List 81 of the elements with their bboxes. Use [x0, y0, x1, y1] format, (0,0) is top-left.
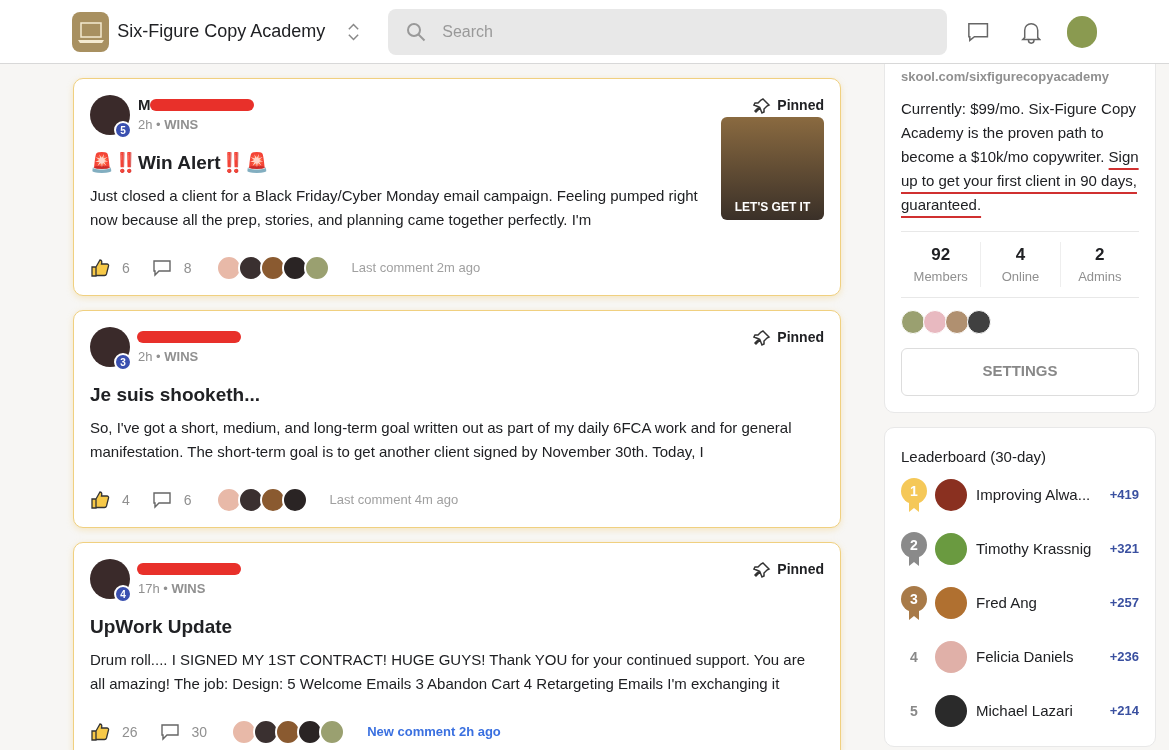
- member-points: +214: [1109, 702, 1139, 721]
- member-points: +236: [1109, 648, 1139, 667]
- search-icon: [406, 21, 427, 42]
- rank-number: 4: [909, 647, 919, 667]
- like-thumbs-up-icon[interactable]: [90, 722, 110, 742]
- post-card[interactable]: [73, 310, 841, 528]
- like-count: 26: [122, 722, 138, 742]
- last-comment-time: Last comment 4m ago: [329, 491, 459, 510]
- rank-number: 5: [909, 701, 919, 721]
- level-badge: 5: [114, 121, 132, 139]
- stat-value: 2: [1095, 243, 1105, 266]
- member-name[interactable]: Timothy Krassnig: [976, 537, 1092, 561]
- avatar-placeholder[interactable]: [90, 327, 130, 367]
- switch-chevrons-icon[interactable]: [347, 21, 361, 42]
- last-comment-time: Last comment 2m ago: [351, 259, 481, 278]
- post-title[interactable]: 🚨‼Win Alert‼🚨: [90, 149, 705, 178]
- last-comment-time: New comment 2h ago: [367, 723, 501, 742]
- stat-value: 4: [1015, 243, 1026, 266]
- like-thumbs-up-icon[interactable]: [90, 258, 110, 278]
- post-meta: 17h • WINS: [138, 580, 207, 598]
- stat-label: Admins: [1078, 268, 1122, 286]
- pin-icon: [753, 328, 772, 347]
- commenter-avatar[interactable]: [259, 487, 286, 513]
- commenter-avatar[interactable]: [259, 255, 286, 281]
- member-name[interactable]: Felicia Daniels: [976, 645, 1074, 669]
- rank-medal: 1: [901, 478, 927, 512]
- avatar-placeholder[interactable]: [90, 559, 130, 599]
- post-card[interactable]: [73, 78, 841, 296]
- like-count: 6: [122, 258, 130, 278]
- leaderboard-title: Leaderboard (30-day): [901, 446, 1048, 467]
- community-name[interactable]: Six-Figure Copy Academy: [117, 18, 326, 45]
- pinned-label: Pinned: [777, 328, 824, 347]
- video-thumbnail[interactable]: LET'S GET IT: [721, 117, 824, 220]
- post-card[interactable]: [73, 542, 841, 750]
- post-excerpt: Just closed a client for a Black Friday/Cyber Monday email campaign. Feeling pumped right now because all the prep, stories, and planning came together perfectly. I'm: [90, 185, 699, 230]
- member-name[interactable]: Improving Alwa...: [976, 483, 1091, 507]
- pinned-label: Pinned: [777, 560, 824, 579]
- member-points: +419: [1109, 486, 1139, 505]
- post-title[interactable]: UpWork Update: [90, 613, 824, 642]
- level-badge: 4: [114, 585, 132, 603]
- laptop-logo-icon[interactable]: [72, 11, 110, 52]
- stat-value: 92: [931, 243, 951, 266]
- member-points: +321: [1109, 540, 1139, 559]
- comment-icon[interactable]: [151, 259, 172, 277]
- pin-icon: [753, 560, 772, 579]
- like-count: 4: [122, 490, 130, 510]
- rank-medal: 3: [901, 586, 927, 620]
- chat-icon[interactable]: [966, 20, 989, 43]
- post-excerpt: So, I've got a short, medium, and long-term goal written out as part of my daily 6FCA work and for general manifestation. The short-term goal is to get another client signed by November 30th. Today, I: [90, 417, 793, 462]
- pinned-label: Pinned: [777, 96, 824, 115]
- member-avatar[interactable]: [935, 479, 967, 511]
- admin-avatar[interactable]: [967, 309, 991, 334]
- author-name[interactable]: M: [138, 93, 151, 117]
- like-thumbs-up-icon[interactable]: [90, 490, 110, 510]
- post-meta: 2h • WINS: [138, 116, 200, 134]
- stat-label: Members: [913, 268, 968, 286]
- avatar-placeholder[interactable]: [90, 95, 130, 135]
- member-avatar[interactable]: [935, 695, 967, 727]
- post-excerpt: Drum roll.... I SIGNED MY 1ST CONTRACT! HUGE GUYS! Thank YOU for your continued support. You are all amazing! The job: Design: 5 Welcome Emails 3 Abandon Cart 4 Retargeting Emails I'm exchanging it: [90, 649, 806, 694]
- comment-count: 6: [183, 490, 192, 510]
- comment-count: 8: [183, 258, 192, 278]
- community-description: Currently: $99/mo. Six-Figure Copy Academy is the proven path to become a $10k/mo copywriter. Sign up to get your first client in 90 days, guaranteed.: [901, 98, 1139, 215]
- commenter-avatar[interactable]: [303, 255, 330, 281]
- rank-medal: 2: [901, 532, 927, 566]
- comment-icon[interactable]: [159, 723, 180, 741]
- settings-button[interactable]: SETTINGS: [901, 347, 1139, 396]
- member-name[interactable]: Michael Lazari: [976, 699, 1073, 723]
- member-points: +257: [1109, 594, 1139, 613]
- level-badge: 3: [114, 353, 132, 371]
- pin-icon: [753, 96, 772, 115]
- commenter-avatar[interactable]: [281, 255, 308, 281]
- comment-count: 30: [191, 722, 208, 742]
- thumbnail-caption: LET'S GET IT: [734, 199, 811, 216]
- search-field[interactable]: Search: [388, 8, 947, 55]
- comment-icon[interactable]: [151, 491, 172, 509]
- member-name[interactable]: Fred Ang: [976, 591, 1037, 615]
- search-input: Search: [442, 19, 929, 44]
- post-meta: 2h • WINS: [138, 348, 200, 366]
- post-title[interactable]: Je suis shooketh...: [90, 381, 824, 410]
- profile-avatar[interactable]: [1067, 15, 1097, 48]
- stat-label: Online: [1001, 268, 1040, 286]
